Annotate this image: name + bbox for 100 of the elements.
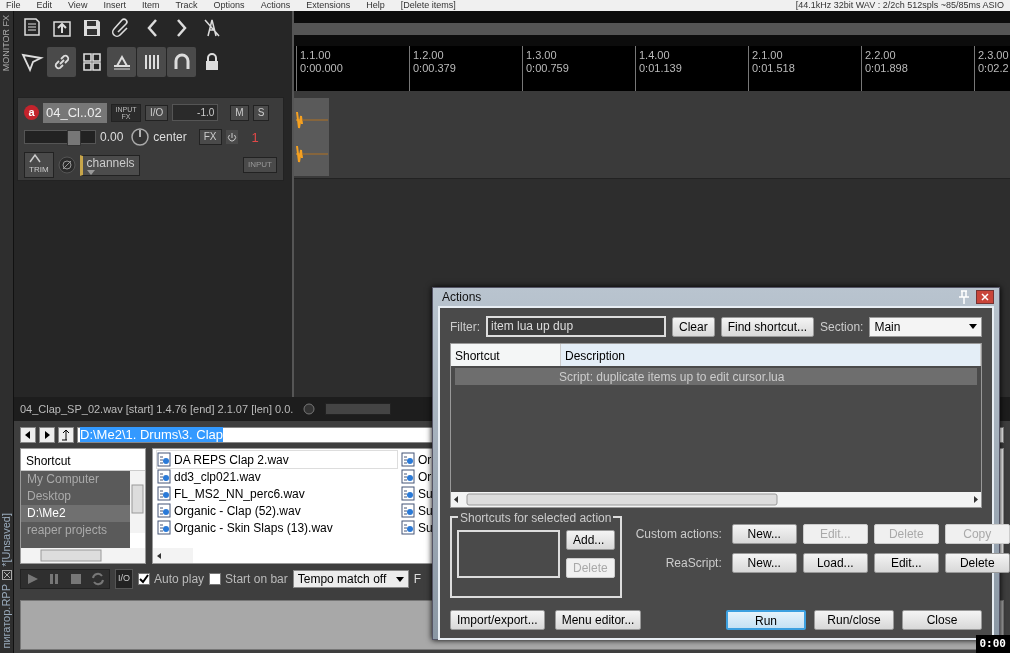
bar-label: 1.2.00 [413,49,445,62]
horizontal-scrollbar[interactable] [21,548,145,563]
audio-file-icon [401,520,415,535]
audio-file-icon [401,503,415,518]
action-button[interactable]: Load... [802,553,868,573]
action-button[interactable]: New... [731,524,797,544]
row-label: Custom actions: [635,526,722,543]
caret-icon [86,169,95,175]
checkbox[interactable] [138,573,150,585]
menu-item[interactable]: File [6,0,21,11]
vertical-scrollbar[interactable] [130,471,145,533]
up-folder-button[interactable] [58,427,74,443]
media-entry[interactable]: Organic - Skin Slaps (13).wav [157,519,397,536]
menu-item[interactable]: Track [175,0,198,11]
horizontal-scrollbar[interactable] [451,492,981,507]
section-dropdown[interactable]: Main [869,316,982,337]
time-label: 0:01.139 [639,62,683,75]
close-icon[interactable] [1,570,12,581]
media-entry[interactable]: Or [401,468,433,485]
checkbox[interactable] [209,573,222,585]
filter-field[interactable]: item lua up dup [486,316,666,337]
time-label: 0:02.2 [978,62,1010,75]
toolbar-button[interactable] [137,47,166,77]
mute-button[interactable]: M [230,104,249,121]
volume-slider[interactable] [24,130,96,145]
track-name-field[interactable]: 04_Cl..02 [43,103,107,123]
time-label: 0:01.518 [752,62,796,75]
menu-item[interactable]: Extensions [306,0,351,11]
audio-file-icon [157,503,171,518]
dialog-button[interactable]: Run [726,610,806,630]
toolbar-button[interactable] [167,47,196,77]
scroll-bar[interactable] [294,23,1010,35]
shortcut-box[interactable] [457,530,560,578]
toolbar-button[interactable] [107,47,136,77]
bar-label: 1.4.00 [639,49,671,62]
menu-item[interactable]: Insert [103,0,126,11]
media-entry[interactable]: Su [401,485,433,502]
dialog-button[interactable]: Import/export... [450,610,545,630]
phase-icon[interactable] [57,156,76,174]
menu-item[interactable]: Options [213,0,245,11]
cut-label: F [413,571,422,588]
time-label: 0:00.759 [526,62,570,75]
action-button[interactable]: New... [731,553,797,573]
project-tab[interactable]: пигатор.RPP [0,584,15,649]
media-entry[interactable]: Organic - Clap (52).wav [157,502,397,519]
dialog-title: Actions [442,289,482,306]
io-button[interactable]: I/O [145,104,169,121]
back-button[interactable] [20,427,36,443]
close-button[interactable] [976,290,994,304]
media-entry[interactable]: Or [401,451,433,468]
pan-value: center [153,129,187,147]
audio-file-icon [401,486,415,501]
menu-item[interactable]: Edit [36,0,53,11]
power-icon[interactable] [225,130,238,145]
media-entry[interactable]: Su [401,519,433,536]
clear-button[interactable]: Clear [672,316,715,337]
dialog-button[interactable]: Close [902,610,982,630]
shortcut-item[interactable]: D:\Me2 [21,505,130,522]
column-header[interactable]: Description [561,344,981,366]
find-shortcut-button[interactable]: Find shortcut... [720,316,815,337]
horizontal-scrollbar[interactable] [153,548,193,563]
toolbar-button[interactable] [47,47,76,77]
trim-button[interactable]: TRIM [24,152,54,178]
value-field[interactable] [325,403,392,415]
dialog-button[interactable]: Menu editor... [554,610,642,630]
action-button[interactable]: Edit... [873,553,939,573]
knob-icon[interactable] [303,403,316,415]
media-entry[interactable]: Su [401,502,433,519]
pan-knob-icon[interactable] [131,128,150,147]
envelope-icon [29,153,41,163]
record-arm-button[interactable]: a [24,105,39,121]
audio-item[interactable] [294,98,329,176]
menu-item[interactable]: Help [366,0,385,11]
tempo-dropdown[interactable]: Tempo match off [292,570,409,588]
menu-item[interactable]: Actions [260,0,291,11]
format-info: [44.1kHz 32bit WAV : 2/2ch 512spls ~85/85ms ASIO [795,0,1004,11]
add-button[interactable]: Add... [566,530,615,550]
bar-label: 2.1.00 [752,49,784,62]
dialog-button[interactable]: Run/close [814,610,894,630]
volume-value: 0.00 [100,129,124,147]
slider-thumb[interactable] [66,130,81,147]
io-button[interactable]: I/O [115,569,133,589]
bar-label: 1.3.00 [526,49,558,62]
bar-label: 2.3.00 [978,49,1010,62]
item-info: 04_Clap_SP_02.wav [start] 1.4.76 [end] 2.1.07 [len] 0.0. [20,402,294,416]
solo-button[interactable]: S [252,104,270,121]
project-tab[interactable]: *[Unsaved] [0,512,15,567]
action-button[interactable]: Delete [944,553,1010,573]
media-entry[interactable]: FL_MS2_NN_perc6.wav [157,485,397,502]
time-label: 0:00.000 [300,62,344,75]
media-entry[interactable]: DA REPS Clap 2.wav [157,451,397,468]
forward-button[interactable] [39,427,55,443]
menu-item[interactable]: Item [141,0,160,11]
side-tab[interactable]: MONITOR FX [0,15,14,72]
fx-button[interactable]: FX [198,129,222,146]
channels-dropdown[interactable]: channels [79,154,140,176]
menu-item[interactable]: View [68,0,88,11]
media-entry[interactable]: dd3_clp021.wav [157,468,397,485]
time-label: 0:01.898 [865,62,909,75]
undo-hint: [Delete items] [400,0,456,11]
